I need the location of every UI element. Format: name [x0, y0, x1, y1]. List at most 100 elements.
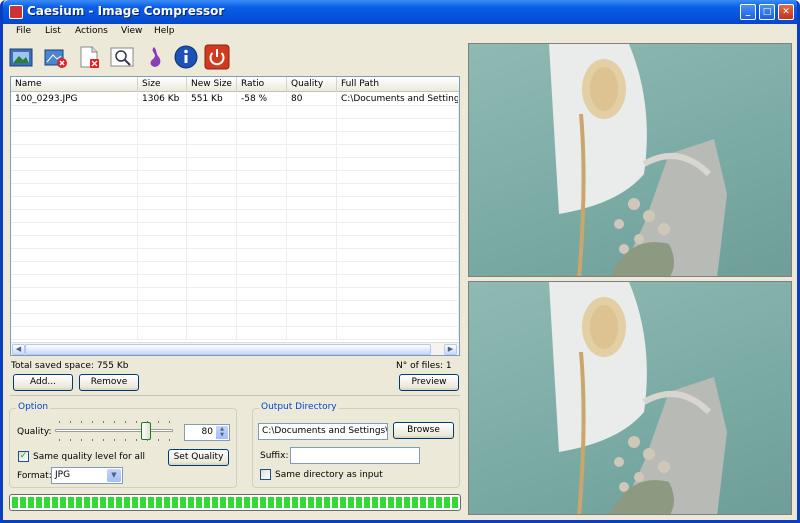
menu-help[interactable]: Help — [154, 26, 175, 36]
option-title: Option — [16, 402, 51, 412]
cell-name — [11, 301, 138, 314]
cell-size — [138, 301, 187, 314]
cell-quality — [287, 158, 337, 171]
set-quality-button[interactable]: Set Quality — [168, 449, 229, 466]
cell-full-path — [337, 106, 459, 119]
output-path-input[interactable]: C:\Documents and Settings\us — [258, 423, 388, 440]
chevron-down-icon[interactable]: ▼ — [107, 469, 121, 482]
menu-file[interactable]: File — [16, 26, 31, 36]
same-directory-checkbox[interactable] — [260, 469, 271, 480]
cell-full-path — [337, 171, 459, 184]
menu-bar: File List Actions View Help — [3, 24, 797, 42]
empty-row — [11, 275, 459, 288]
add-button[interactable]: Add... — [13, 374, 73, 391]
slider-thumb[interactable] — [141, 422, 152, 440]
cell-size — [138, 327, 187, 340]
spin-arrows-icon[interactable]: ▲ ▼ — [216, 426, 228, 439]
col-quality[interactable]: Quality — [287, 77, 337, 92]
cell-full-path — [337, 314, 459, 327]
scroll-thumb[interactable] — [25, 344, 431, 355]
cell-quality — [287, 314, 337, 327]
preview-icon[interactable] — [109, 44, 135, 70]
cell-name — [11, 210, 138, 223]
quality-label: Quality: — [17, 427, 52, 437]
slider-tick — [125, 421, 126, 423]
cell-new-size — [187, 301, 237, 314]
cell-new-size — [187, 262, 237, 275]
cell-new-size — [187, 223, 237, 236]
col-ratio[interactable]: Ratio — [237, 77, 287, 92]
slider-tick — [158, 421, 159, 423]
col-size[interactable]: Size — [138, 77, 187, 92]
cell-ratio — [237, 171, 287, 184]
exit-icon[interactable] — [204, 44, 230, 70]
title-bar[interactable]: Caesium - Image Compressor _ □ ✕ — [3, 0, 797, 24]
cell-quality — [287, 275, 337, 288]
format-value: JPG — [55, 470, 71, 480]
menu-list[interactable]: List — [45, 26, 61, 36]
cell-full-path — [337, 197, 459, 210]
scroll-left-icon[interactable]: ◀ — [12, 344, 25, 355]
col-new-size[interactable]: New Size — [187, 77, 237, 92]
cell-quality — [287, 132, 337, 145]
empty-row — [11, 249, 459, 262]
cell-new-size — [187, 158, 237, 171]
same-directory-label: Same directory as input — [275, 470, 383, 480]
remove-image-icon[interactable] — [43, 44, 69, 70]
cell-quality — [287, 262, 337, 275]
slider-tick — [125, 439, 126, 441]
quality-slider[interactable] — [55, 419, 175, 441]
empty-row — [11, 236, 459, 249]
quality-spinbox[interactable]: 80 ▲ ▼ — [184, 424, 230, 441]
compress-icon[interactable] — [141, 44, 167, 70]
info-icon[interactable] — [173, 44, 199, 70]
menu-view[interactable]: View — [121, 26, 142, 36]
cell-size — [138, 236, 187, 249]
suffix-input[interactable] — [290, 447, 420, 464]
file-list[interactable]: Name Size New Size Ratio Quality Full Pa… — [10, 76, 460, 356]
cell-name: 100_0293.JPG — [11, 93, 138, 106]
scroll-right-icon[interactable]: ▶ — [444, 344, 457, 355]
cell-size — [138, 184, 187, 197]
cell-full-path — [337, 210, 459, 223]
cell-new-size — [187, 210, 237, 223]
cell-name — [11, 262, 138, 275]
empty-row — [11, 327, 459, 340]
horizontal-scrollbar[interactable]: ◀ ▶ — [11, 342, 459, 355]
minimize-button[interactable]: _ — [740, 4, 756, 20]
option-group: Option Quality: 80 ▲ ▼ ✓ Same quality lev… — [9, 402, 237, 488]
cell-full-path — [337, 184, 459, 197]
maximize-button[interactable]: □ — [759, 4, 775, 20]
empty-row — [11, 119, 459, 132]
same-quality-label: Same quality level for all — [33, 452, 146, 462]
close-button[interactable]: ✕ — [778, 4, 794, 20]
slider-tick — [114, 439, 115, 441]
slider-tick — [81, 439, 82, 441]
clear-list-icon[interactable] — [76, 44, 102, 70]
cell-ratio — [237, 236, 287, 249]
same-quality-checkbox[interactable]: ✓ — [18, 451, 29, 462]
saved-space-label: Total saved space: 755 Kb — [11, 361, 129, 371]
cell-size — [138, 106, 187, 119]
cell-name — [11, 158, 138, 171]
remove-button[interactable]: Remove — [79, 374, 139, 391]
menu-actions[interactable]: Actions — [75, 26, 108, 36]
cell-ratio — [237, 314, 287, 327]
cell-full-path — [337, 288, 459, 301]
empty-row — [11, 158, 459, 171]
col-full-path[interactable]: Full Path — [337, 77, 459, 92]
cell-ratio — [237, 223, 287, 236]
quality-value: 80 — [201, 427, 213, 437]
col-name[interactable]: Name — [11, 77, 138, 92]
cell-name — [11, 171, 138, 184]
open-images-icon[interactable] — [8, 44, 34, 70]
cell-name — [11, 236, 138, 249]
app-icon — [9, 5, 23, 19]
cell-ratio — [237, 249, 287, 262]
table-row[interactable]: 100_0293.JPG 1306 Kb 551 Kb -58 % 80 C:\Docum… — [11, 93, 459, 106]
progress-fill — [12, 497, 458, 508]
cell-name — [11, 288, 138, 301]
browse-button[interactable]: Browse — [393, 422, 454, 439]
preview-button[interactable]: Preview — [399, 374, 459, 391]
format-select[interactable]: JPG ▼ — [51, 467, 123, 484]
